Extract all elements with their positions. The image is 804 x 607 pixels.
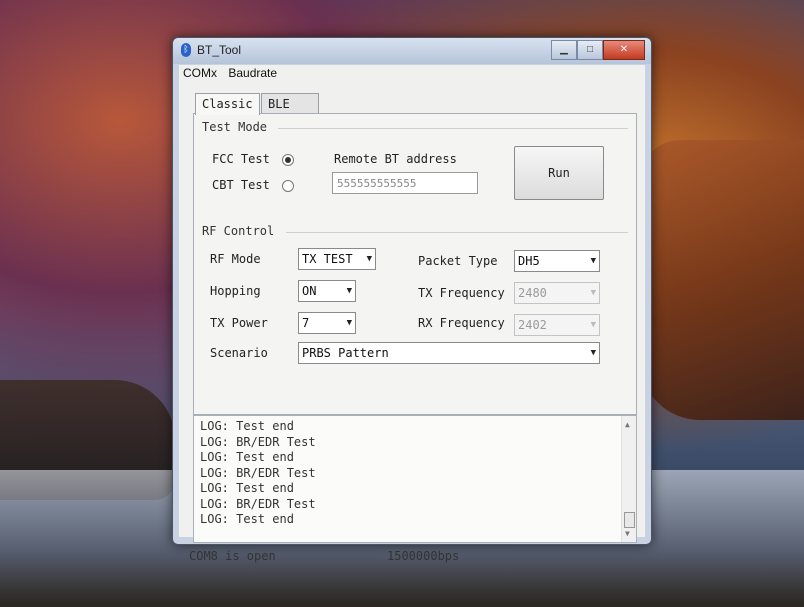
maximize-button[interactable]: □ [577,40,603,60]
chevron-down-icon: ▼ [590,256,596,266]
port-status: COM8 is open [189,549,276,563]
bt-tool-window: ᛒ BT_Tool ▁ □ ✕ COMx Baudrate Classic BL… [172,37,652,563]
log-line: LOG: Test end [200,419,294,433]
hopping-label: Hopping [210,284,261,298]
test-mode-label: Test Mode [202,120,268,134]
chevron-down-icon: ▼ [590,288,596,298]
scenario-select[interactable]: PRBS Pattern ▼ [298,342,600,364]
hopping-value: ON [302,284,317,298]
window-controls: ▁ □ ✕ [551,40,645,60]
remote-bt-address-label: Remote BT address [334,152,457,166]
rx-frequency-select: 2402 ▼ [514,314,600,336]
rf-mode-value: TX TEST [302,252,353,266]
packet-type-label: Packet Type [418,254,498,268]
chevron-down-icon: ▼ [346,286,352,296]
close-button[interactable]: ✕ [603,40,645,60]
tx-frequency-value: 2480 [518,286,547,300]
bluetooth-icon: ᛒ [181,43,191,57]
tab-classic[interactable]: Classic [195,93,260,115]
tx-frequency-select: 2480 ▼ [514,282,600,304]
tx-power-select[interactable]: 7 ▼ [298,312,356,334]
cbt-test-radio[interactable] [282,180,294,192]
baud-status: 1500000bps [387,549,460,563]
log-line: LOG: BR/EDR Test [200,465,316,480]
log-line: LOG: BR/EDR Test [200,496,316,511]
title-bar[interactable]: ᛒ BT_Tool ▁ □ ✕ [173,38,651,64]
log-line: LOG: Test end [200,512,294,526]
classic-panel: Test Mode FCC Test CBT Test Remote BT ad… [193,113,637,415]
chevron-down-icon: ▼ [590,320,596,330]
tx-power-value: 7 [302,316,310,330]
log-scrollbar[interactable]: ▲ ▼ [621,416,636,542]
group-divider [278,128,628,129]
hopping-select[interactable]: ON ▼ [298,280,356,302]
status-bar: COM8 is open 1500000bps [179,547,645,567]
rf-control-label: RF Control [202,224,275,238]
log-line: LOG: Test end [200,481,294,495]
chevron-down-icon: ▼ [346,318,352,328]
minimize-button[interactable]: ▁ [551,40,577,60]
scenario-value: PRBS Pattern [302,346,389,360]
rf-mode-label: RF Mode [210,252,261,266]
fcc-test-radio[interactable] [282,154,294,166]
fcc-test-label: FCC Test [212,152,270,166]
window-title: BT_Tool [197,43,242,57]
log-line: LOG: Test end [200,450,294,464]
tab-ble[interactable]: BLE [261,93,319,114]
rx-frequency-label: RX Frequency [418,316,505,330]
client-area: COMx Baudrate Classic BLE Test Mode FCC … [179,65,645,563]
packet-type-select[interactable]: DH5 ▼ [514,250,600,272]
rf-mode-select[interactable]: TX TEST ▼ [298,248,376,270]
log-textbox[interactable]: LOG: Test end LOG: BR/EDR Test LOG: Test… [193,415,637,543]
menu-baudrate[interactable]: Baudrate [224,65,281,81]
group-divider [286,232,628,233]
menu-comx[interactable]: COMx [179,65,221,81]
chevron-down-icon: ▼ [366,254,372,264]
run-button[interactable]: Run [514,146,604,200]
background-rocks-right [640,140,804,420]
scenario-label: Scenario [210,346,268,360]
packet-type-value: DH5 [518,254,540,268]
remote-bt-address-input[interactable]: 555555555555 [332,172,478,194]
chevron-down-icon: ▼ [590,348,596,358]
tx-frequency-label: TX Frequency [418,286,505,300]
tx-power-label: TX Power [210,316,268,330]
scroll-down-icon[interactable]: ▼ [625,529,630,538]
rx-frequency-value: 2402 [518,318,547,332]
scroll-thumb[interactable] [624,512,635,528]
cbt-test-label: CBT Test [212,178,270,192]
menu-bar: COMx Baudrate [179,65,645,83]
log-line: LOG: BR/EDR Test [200,434,316,449]
scroll-up-icon[interactable]: ▲ [625,420,630,429]
